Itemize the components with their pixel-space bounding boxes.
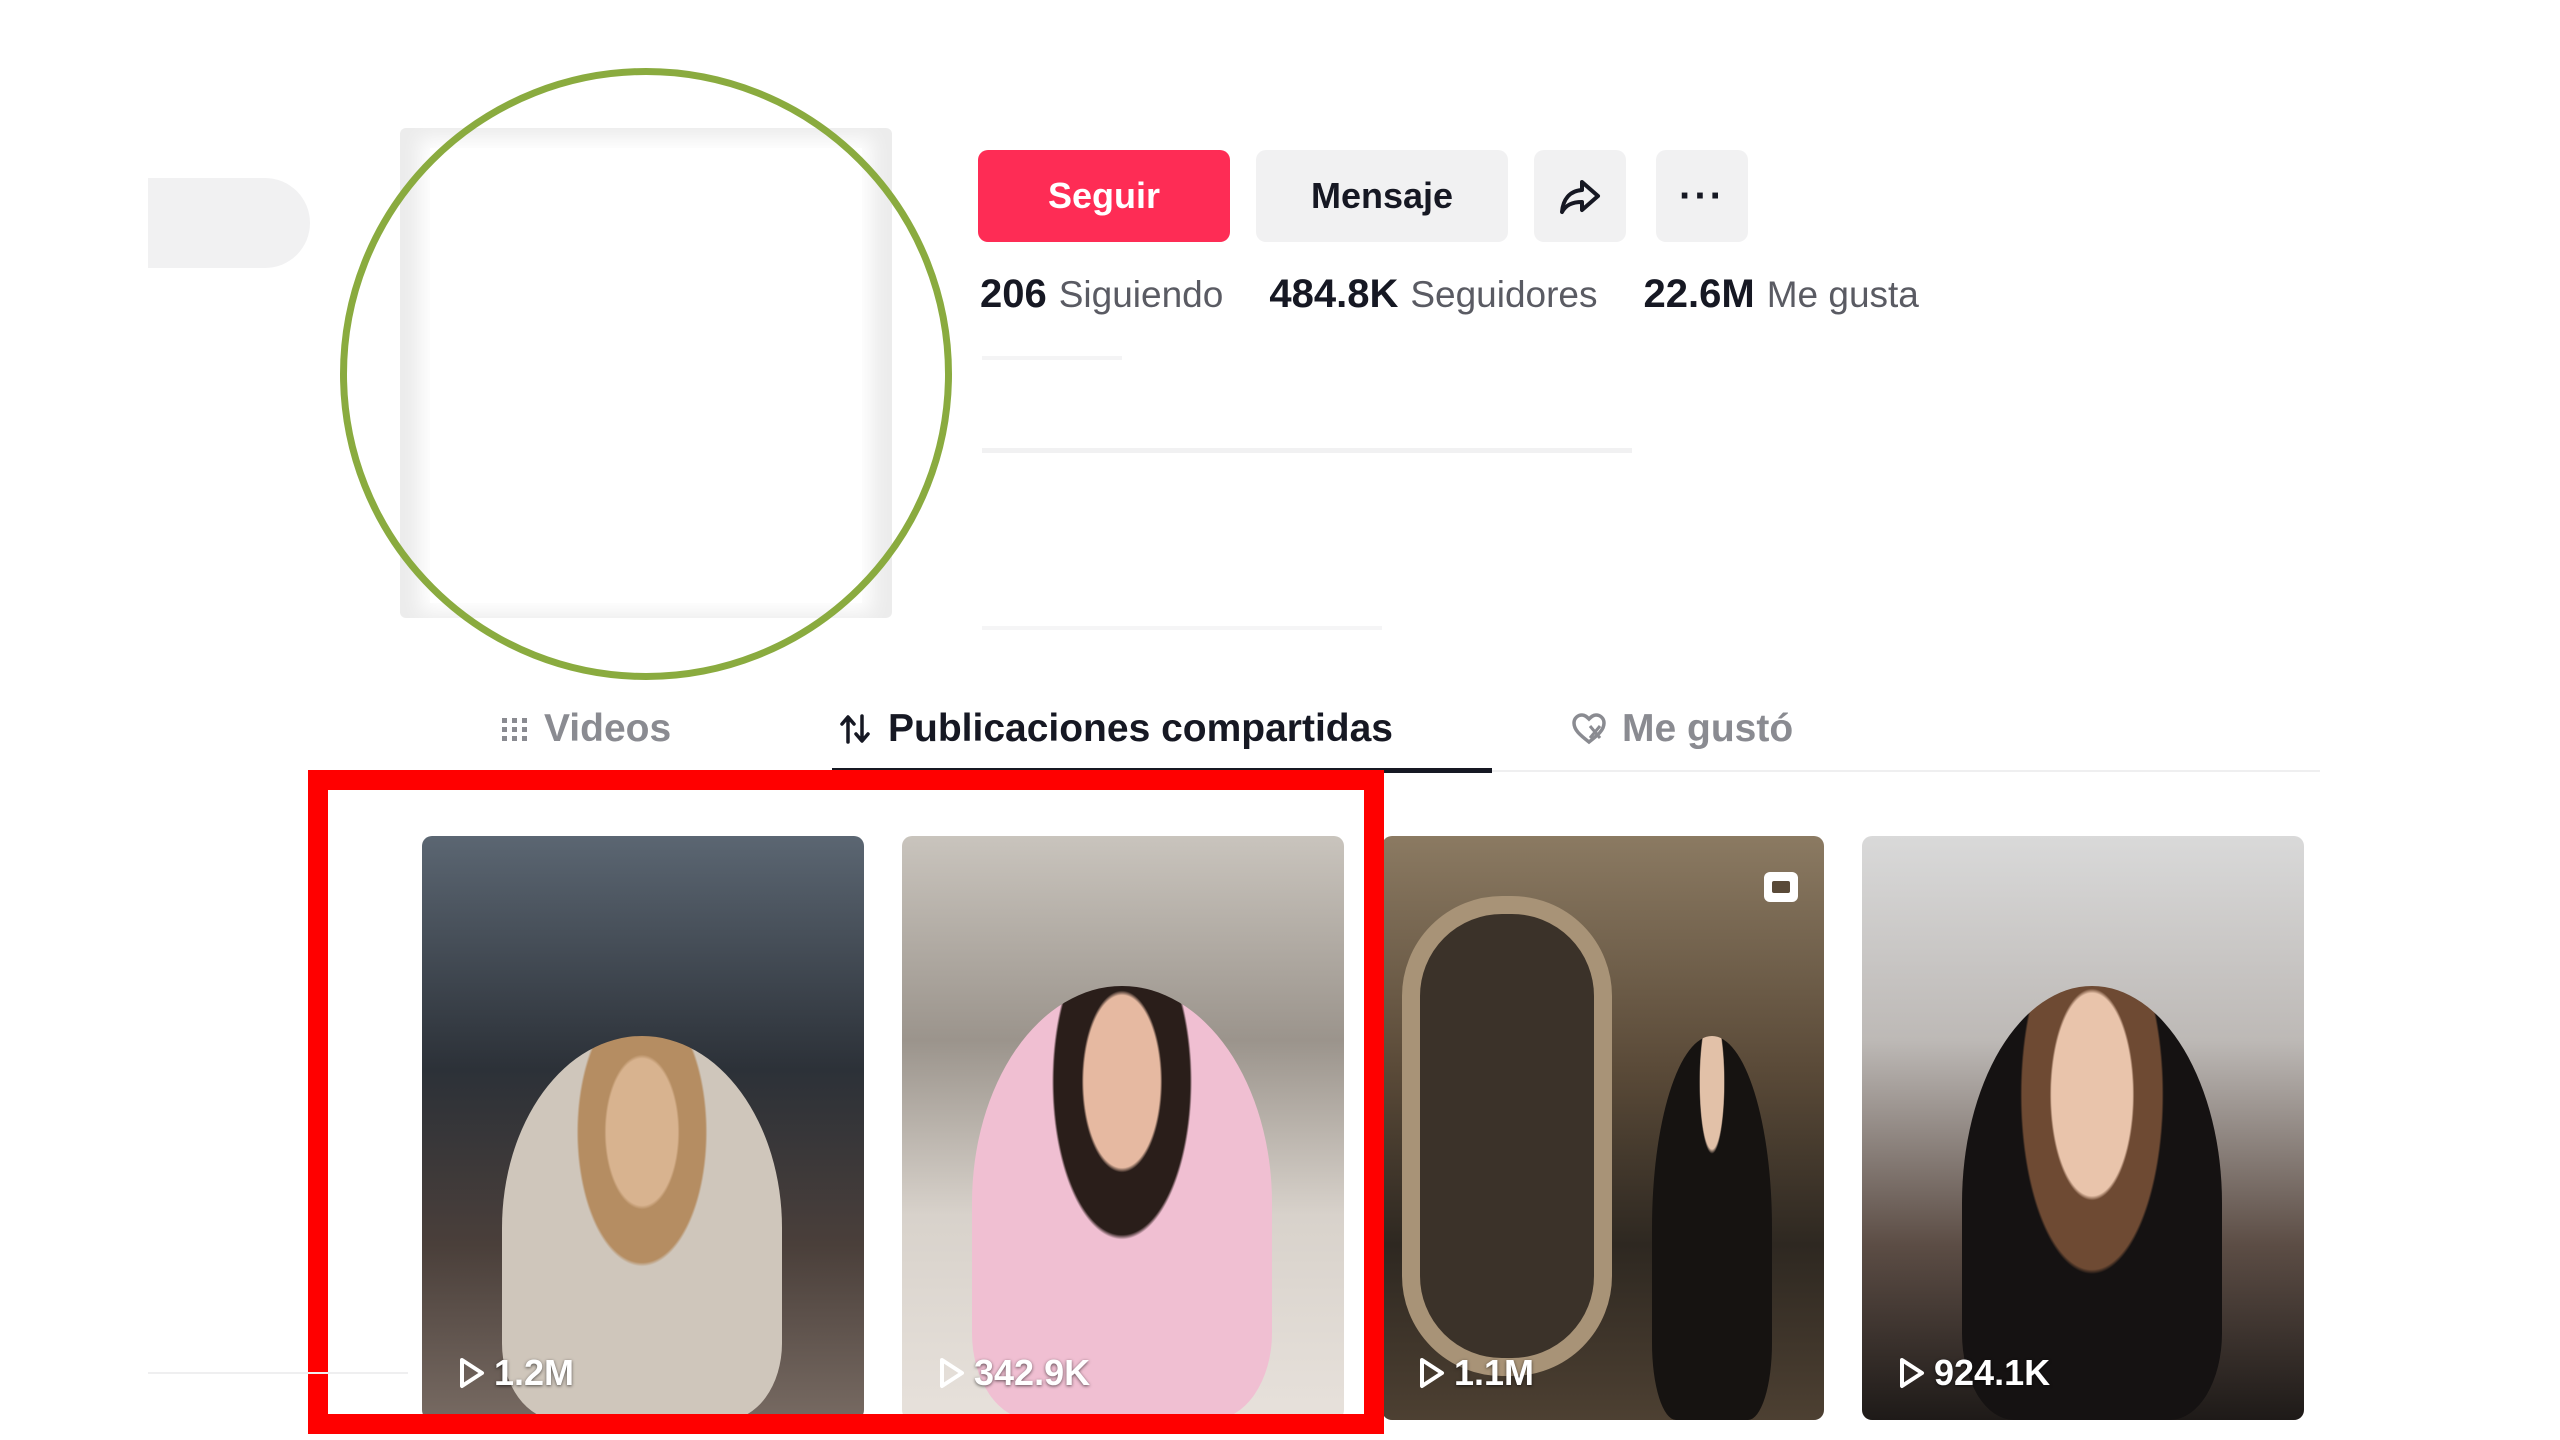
view-count: 342.9K [938,1352,1090,1394]
video-caption-overlay [1902,926,2264,946]
stat-label: Me gusta [1766,274,1919,315]
video-thumbnail[interactable]: 1.2M [422,836,864,1420]
play-icon [1420,1358,1444,1388]
video-thumbnail[interactable]: 342.9K [902,836,1344,1420]
active-tab-indicator [832,768,1492,773]
share-arrow-icon [1560,180,1600,214]
video-image [1402,896,1612,1376]
view-count: 1.2M [458,1352,574,1394]
view-count-value: 342.9K [974,1352,1091,1393]
play-icon [940,1358,964,1388]
video-thumbnail[interactable]: 1.1M [1382,836,1824,1420]
bio-placeholder-line [982,626,1382,630]
avatar-highlight-circle [340,68,952,680]
video-caption-overlay [1402,946,1622,966]
profile-tabs: Videos Publicaciones compartidas Me gust… [470,690,2320,772]
video-caption-overlay [942,894,1304,914]
tab-shared-posts[interactable]: Publicaciones compartidas [838,690,1393,768]
heart-hidden-icon [1572,713,1606,745]
follow-button[interactable]: Seguir [978,150,1230,242]
stat-label: Seguidores [1410,274,1598,315]
view-count: 924.1K [1898,1352,2050,1394]
more-button[interactable]: ··· [1656,150,1748,242]
tab-liked[interactable]: Me gustó [1570,690,1793,768]
bio-placeholder-line [982,448,1632,453]
view-count-value: 1.2M [494,1352,575,1393]
grid-icon [502,718,527,741]
stat-label: Siguiendo [1058,274,1224,315]
tab-label: Videos [544,707,672,750]
stat-value: 206 [980,272,1047,316]
video-thumbnail[interactable]: 924.1K [1862,836,2304,1420]
stat-likes: 22.6M Me gusta [1644,272,1919,317]
stat-followers[interactable]: 484.8K Seguidores [1269,272,1597,317]
bio-placeholder-line [982,356,1122,360]
divider [148,1372,408,1374]
avatar [340,68,952,680]
tab-label: Publicaciones compartidas [888,707,1394,750]
tab-videos[interactable]: Videos [500,690,671,768]
profile-stats: 206 Siguiendo 484.8K Seguidores 22.6M Me… [980,272,1919,317]
view-count-value: 1.1M [1454,1352,1535,1393]
message-button[interactable]: Mensaje [1256,150,1508,242]
stat-value: 484.8K [1269,272,1399,316]
photo-post-icon [1764,872,1798,902]
view-count-value: 924.1K [1934,1352,2051,1393]
play-icon [460,1358,484,1388]
tab-label: Me gustó [1622,707,1794,750]
view-count: 1.1M [1418,1352,1534,1394]
video-image [1652,1036,1772,1420]
share-button[interactable] [1534,150,1626,242]
repost-icon [840,714,870,744]
stat-value: 22.6M [1643,272,1755,316]
stat-following[interactable]: 206 Siguiendo [980,272,1223,317]
search-pill[interactable] [148,178,310,268]
video-caption-overlay [462,862,824,882]
play-icon [1900,1358,1924,1388]
